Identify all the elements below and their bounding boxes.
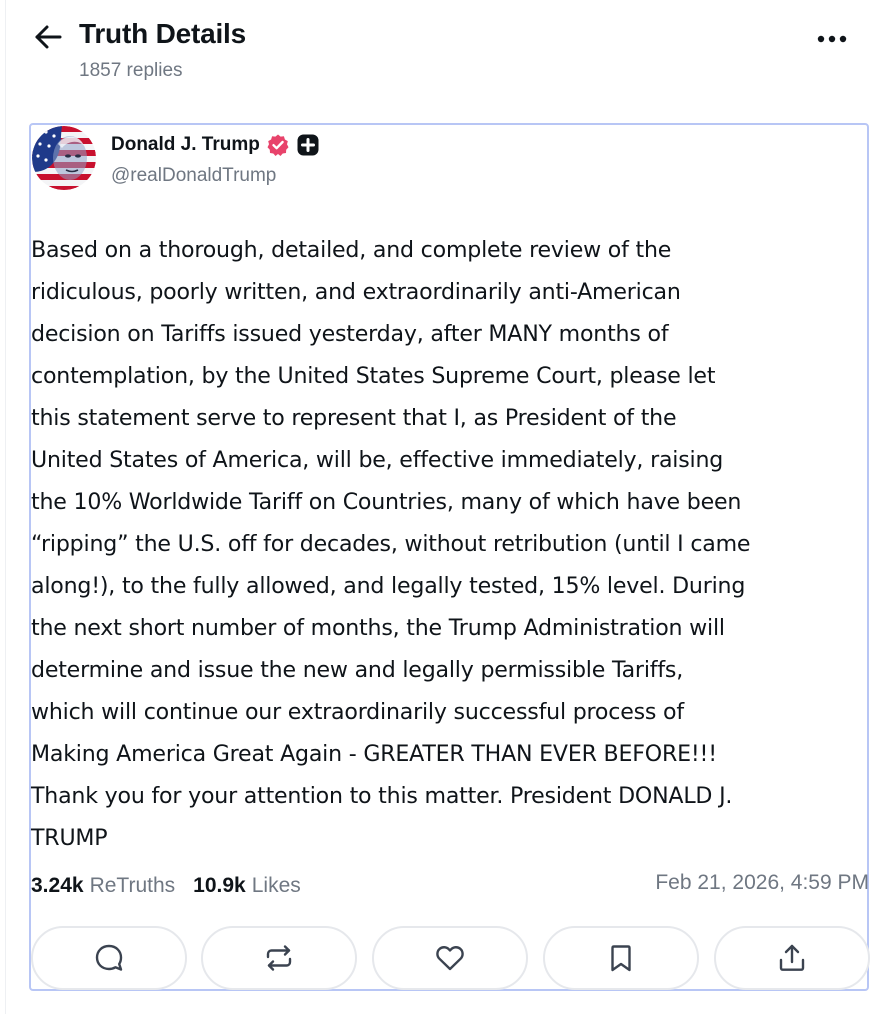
likes-label: Likes bbox=[251, 874, 301, 897]
bookmark-button[interactable] bbox=[543, 926, 699, 990]
arrow-left-icon bbox=[33, 24, 63, 50]
retruths-label: ReTruths bbox=[89, 874, 176, 897]
truth-details-page: Truth Details 1857 replies Donald J. Tru… bbox=[0, 0, 889, 1014]
avatar[interactable] bbox=[32, 126, 96, 190]
comment-icon bbox=[93, 942, 125, 974]
likes-stat[interactable]: 10.9k Likes bbox=[193, 874, 301, 898]
retruth-button[interactable] bbox=[201, 926, 357, 990]
repost-icon bbox=[263, 942, 295, 974]
page-header: Truth Details 1857 replies bbox=[0, 0, 889, 100]
retruths-stat[interactable]: 3.24k ReTruths bbox=[31, 874, 175, 898]
back-button[interactable] bbox=[30, 20, 66, 54]
page-title: Truth Details bbox=[79, 18, 246, 49]
reply-count: 1857 replies bbox=[79, 60, 183, 81]
reply-button[interactable] bbox=[31, 926, 187, 990]
plus-badge-icon bbox=[296, 133, 320, 157]
heart-icon bbox=[434, 942, 466, 974]
author-handle[interactable]: @realDonaldTrump bbox=[111, 165, 276, 187]
post-actions bbox=[31, 926, 871, 990]
more-horizontal-icon bbox=[817, 35, 847, 43]
like-button[interactable] bbox=[372, 926, 528, 990]
retruths-count: 3.24k bbox=[31, 874, 84, 897]
post-body: Based on a thorough, detailed, and compl… bbox=[31, 237, 751, 851]
more-options-button[interactable] bbox=[812, 26, 852, 52]
divider bbox=[5, 0, 6, 1014]
bookmark-icon bbox=[605, 942, 637, 974]
share-button[interactable] bbox=[714, 926, 870, 990]
likes-count: 10.9k bbox=[193, 874, 246, 897]
post-timestamp[interactable]: Feb 21, 2026, 4:59 PM bbox=[655, 871, 869, 895]
post-stats: 3.24k ReTruths 10.9k Likes Feb 21, 2026,… bbox=[31, 871, 869, 901]
author-name[interactable]: Donald J. Trump bbox=[111, 134, 260, 156]
share-icon bbox=[776, 942, 808, 974]
post-card: Donald J. Trump @realDonaldTrump Based o… bbox=[29, 123, 871, 991]
author-name-row: Donald J. Trump bbox=[111, 131, 320, 159]
verified-badge-icon bbox=[266, 133, 290, 157]
